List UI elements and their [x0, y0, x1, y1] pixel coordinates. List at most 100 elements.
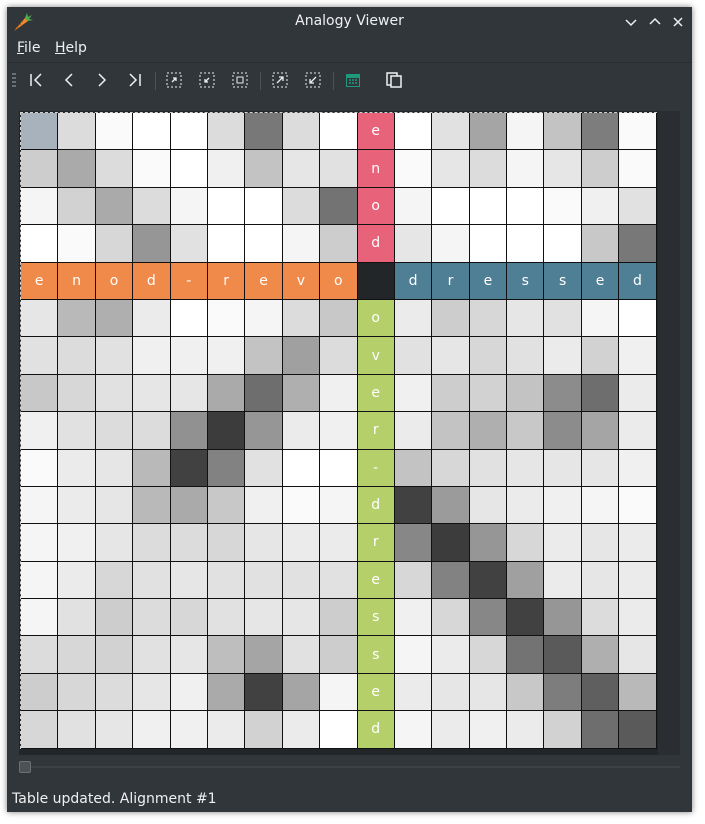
alignment-cell[interactable] — [58, 636, 96, 674]
calendar-icon[interactable] — [344, 71, 362, 89]
alignment-cell[interactable] — [245, 449, 283, 487]
alignment-cell[interactable] — [207, 561, 246, 600]
alignment-cell[interactable] — [21, 412, 59, 450]
alignment-cell[interactable] — [282, 374, 321, 413]
alignment-cell[interactable] — [58, 673, 96, 712]
alignment-cell[interactable] — [95, 299, 134, 338]
alignment-cell[interactable] — [469, 486, 508, 525]
alignment-cell[interactable] — [245, 299, 283, 338]
alignment-cell[interactable] — [245, 599, 283, 637]
alignment-cell[interactable] — [133, 561, 171, 600]
alignment-cell[interactable] — [133, 337, 171, 375]
alignment-cell[interactable] — [432, 486, 470, 525]
alignment-cell[interactable] — [21, 561, 59, 600]
alignment-cell[interactable] — [320, 561, 358, 600]
alignment-cell[interactable] — [282, 524, 321, 562]
alignment-cell[interactable] — [133, 299, 171, 338]
alignment-cell[interactable] — [581, 524, 620, 562]
alignment-cell[interactable] — [21, 337, 59, 375]
alignment-cell[interactable] — [95, 486, 134, 525]
alignment-cell[interactable] — [544, 636, 582, 674]
alignment-cell[interactable] — [133, 374, 171, 413]
alignment-cell[interactable] — [394, 412, 433, 450]
alignment-cell[interactable] — [207, 673, 246, 712]
alignment-cell[interactable] — [581, 673, 620, 712]
alignment-cell[interactable] — [507, 150, 545, 188]
alignment-cell[interactable] — [507, 113, 545, 151]
alignment-cell[interactable] — [432, 187, 470, 226]
fit-icon[interactable] — [231, 71, 249, 89]
alignment-cell[interactable] — [507, 636, 545, 674]
alignment-cell[interactable] — [170, 673, 208, 712]
alignment-cell[interactable] — [58, 561, 96, 600]
alignment-cell[interactable] — [619, 374, 657, 413]
alignment-cell[interactable] — [207, 187, 246, 226]
alignment-cell[interactable] — [544, 673, 582, 712]
alignment-cell[interactable] — [469, 412, 508, 450]
alignment-cell[interactable] — [320, 636, 358, 674]
alignment-cell[interactable] — [95, 673, 134, 712]
alignment-cell[interactable] — [58, 486, 96, 525]
alignment-cell[interactable] — [507, 299, 545, 338]
alignment-cell[interactable] — [581, 599, 620, 637]
selected-alignment-cell[interactable] — [21, 113, 59, 151]
alignment-cell[interactable] — [245, 636, 283, 674]
alignment-cell[interactable] — [469, 374, 508, 413]
alignment-cell[interactable] — [245, 711, 283, 749]
alignment-cell[interactable] — [95, 374, 134, 413]
alignment-cell[interactable] — [507, 412, 545, 450]
alignment-cell[interactable] — [282, 337, 321, 375]
alignment-cell[interactable] — [133, 187, 171, 226]
alignment-cell[interactable] — [282, 711, 321, 749]
alignment-cell[interactable] — [581, 187, 620, 226]
alignment-cell[interactable] — [469, 673, 508, 712]
alignment-cell[interactable] — [170, 449, 208, 487]
alignment-cell[interactable] — [133, 524, 171, 562]
menu-help[interactable]: Help — [55, 40, 87, 56]
alignment-cell[interactable] — [170, 150, 208, 188]
alignment-cell[interactable] — [95, 524, 134, 562]
alignment-cell[interactable] — [544, 150, 582, 188]
alignment-cell[interactable] — [207, 524, 246, 562]
alignment-cell[interactable] — [282, 561, 321, 600]
alignment-cell[interactable] — [432, 636, 470, 674]
first-icon[interactable] — [27, 71, 45, 89]
alignment-cell[interactable] — [581, 150, 620, 188]
alignment-cell[interactable] — [320, 449, 358, 487]
horizontal-slider[interactable] — [19, 761, 680, 773]
alignment-cell[interactable] — [282, 299, 321, 338]
alignment-cell[interactable] — [544, 299, 582, 338]
alignment-cell[interactable] — [21, 187, 59, 226]
alignment-cell[interactable] — [544, 337, 582, 375]
alignment-cell[interactable] — [432, 524, 470, 562]
alignment-cell[interactable] — [21, 299, 59, 338]
shrink-all-icon[interactable] — [304, 71, 322, 89]
alignment-cell[interactable] — [320, 524, 358, 562]
alignment-cell[interactable] — [469, 636, 508, 674]
alignment-cell[interactable] — [619, 673, 657, 712]
alignment-cell[interactable] — [544, 449, 582, 487]
alignment-cell[interactable] — [619, 225, 657, 263]
alignment-cell[interactable] — [394, 374, 433, 413]
alignment-cell[interactable] — [394, 225, 433, 263]
alignment-cell[interactable] — [619, 337, 657, 375]
alignment-cell[interactable] — [133, 673, 171, 712]
alignment-cell[interactable] — [245, 225, 283, 263]
alignment-cell[interactable] — [282, 150, 321, 188]
alignment-cell[interactable] — [581, 561, 620, 600]
alignment-cell[interactable] — [170, 524, 208, 562]
alignment-cell[interactable] — [432, 412, 470, 450]
alignment-cell[interactable] — [95, 561, 134, 600]
alignment-cell[interactable] — [58, 299, 96, 338]
alignment-cell[interactable] — [619, 113, 657, 151]
alignment-cell[interactable] — [207, 374, 246, 413]
alignment-cell[interactable] — [58, 187, 96, 226]
alignment-cell[interactable] — [207, 225, 246, 263]
alignment-cell[interactable] — [581, 225, 620, 263]
alignment-cell[interactable] — [507, 711, 545, 749]
alignment-cell[interactable] — [133, 412, 171, 450]
alignment-cell[interactable] — [432, 150, 470, 188]
alignment-cell[interactable] — [245, 374, 283, 413]
alignment-cell[interactable] — [394, 561, 433, 600]
alignment-cell[interactable] — [581, 299, 620, 338]
